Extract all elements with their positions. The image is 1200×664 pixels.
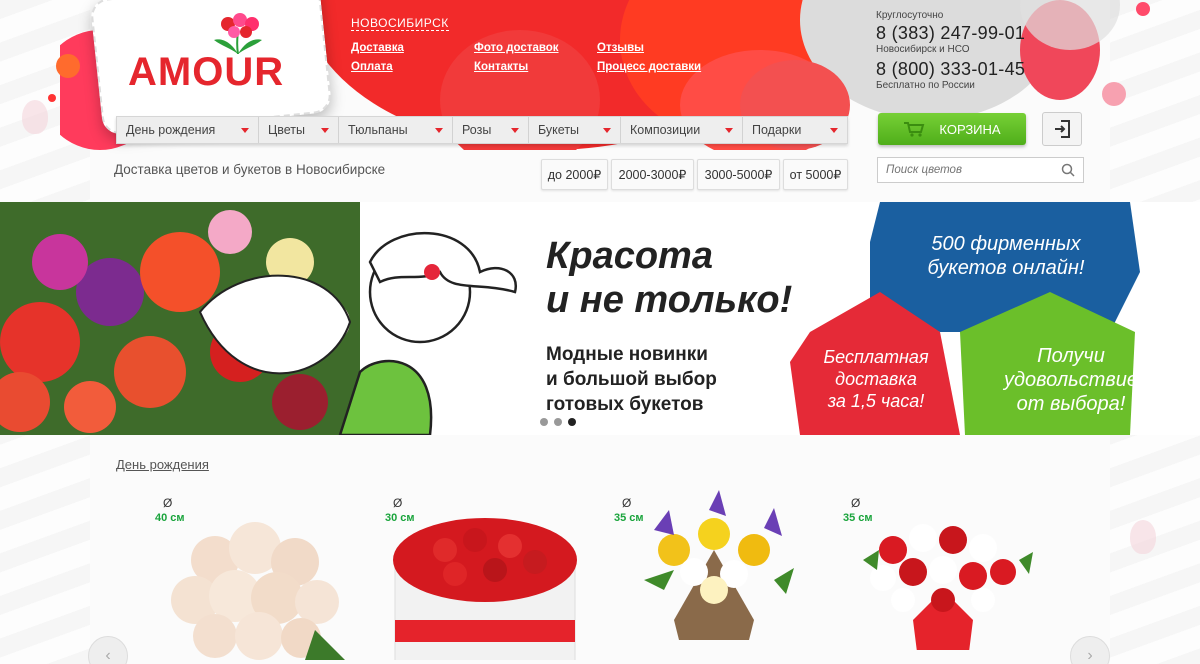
section-title-birthday[interactable]: День рождения	[116, 457, 209, 472]
price-filter-over-5000[interactable]: от 5000₽	[783, 159, 848, 190]
slider-dot[interactable]	[540, 418, 548, 426]
link-delivery[interactable]: Доставка	[351, 42, 404, 54]
product-image-mixed-roses	[863, 524, 1033, 650]
phone-free-note: Бесплатно по России	[876, 80, 975, 91]
price-filter-2000-3000[interactable]: 2000-3000₽	[611, 159, 694, 190]
menu-item-label: Тюльпаны	[348, 123, 408, 137]
badge-free-delivery: Бесплатная доставка за 1,5 часа!	[806, 346, 946, 412]
price-filter-3000-5000[interactable]: 3000-5000₽	[697, 159, 780, 190]
flower-bouquet-image	[0, 202, 518, 435]
chevron-left-icon: ‹	[105, 647, 111, 664]
slider-dots	[540, 418, 576, 426]
page: AMOUR НОВОСИБИРСК Доставка Фото доставок…	[0, 0, 1200, 664]
chevron-down-icon	[603, 127, 611, 133]
chevron-down-icon	[321, 127, 329, 133]
chevron-down-icon	[511, 127, 519, 133]
logo-text[interactable]: AMOUR	[128, 50, 284, 95]
price-filter-under-2000[interactable]: до 2000₽	[541, 159, 608, 190]
badge-line: доставка	[835, 369, 917, 389]
link-delivery-process[interactable]: Процесс доставки	[597, 61, 701, 73]
menu-item-label: Цветы	[268, 123, 305, 137]
badge-line: букетов онлайн!	[927, 257, 1085, 279]
menu-item-label: День рождения	[126, 123, 216, 137]
city-selector[interactable]: НОВОСИБИРСК	[351, 16, 449, 31]
cart-icon	[904, 122, 925, 137]
slider-dot[interactable]	[554, 418, 562, 426]
product-image-rose-box	[393, 518, 577, 660]
phone-free[interactable]: 8 (800) 333-01-45	[876, 59, 1025, 80]
link-delivery-photos[interactable]: Фото доставок	[474, 42, 559, 54]
badge-line: от выбора!	[1016, 393, 1126, 415]
decor-dot	[1102, 82, 1126, 106]
banner-sub-line: готовых букетов	[546, 394, 704, 415]
menu-gifts[interactable]: Подарки	[743, 117, 847, 143]
badge-500-bouquets: 500 фирменных букетов онлайн!	[898, 232, 1114, 280]
tulip-decoration	[1130, 520, 1156, 554]
link-payment[interactable]: Оплата	[351, 61, 393, 73]
tulip-decoration	[22, 100, 48, 134]
menu-item-label: Букеты	[538, 123, 580, 137]
banner-subtext: Модные новинки и большой выбор готовых б…	[546, 342, 806, 417]
product-card[interactable]: Ø 40 см	[145, 490, 365, 664]
menu-bouquets[interactable]: Букеты	[529, 117, 621, 143]
menu-item-label: Розы	[462, 123, 492, 137]
product-image-white-roses	[171, 522, 345, 660]
badge-enjoy-choice: Получи удовольствие от выбора!	[986, 344, 1156, 416]
menu-item-label: Композиции	[630, 123, 701, 137]
menu-roses[interactable]: Розы	[453, 117, 529, 143]
slider-dot-active[interactable]	[568, 418, 576, 426]
search-input[interactable]	[886, 164, 1046, 176]
chevron-down-icon	[241, 127, 249, 133]
menu-tulips[interactable]: Тюльпаны	[339, 117, 453, 143]
product-card[interactable]: Ø 35 см	[604, 490, 824, 664]
chevron-down-icon	[830, 127, 838, 133]
badge-line: 500 фирменных	[931, 233, 1081, 255]
link-contacts[interactable]: Контакты	[474, 61, 528, 73]
menu-birthday[interactable]: День рождения	[117, 117, 259, 143]
chevron-down-icon	[725, 127, 733, 133]
menu-compositions[interactable]: Композиции	[621, 117, 743, 143]
diameter-icon: Ø	[393, 496, 403, 510]
badge-line: удовольствие	[1003, 369, 1138, 391]
decor-dot	[56, 54, 80, 78]
site-tagline: Доставка цветов и букетов в Новосибирске	[114, 162, 386, 177]
decor-dot	[48, 94, 56, 102]
category-menu: День рождения Цветы Тюльпаны Розы Букеты…	[116, 116, 848, 144]
flower-logo-icon	[214, 13, 262, 54]
carousel-next-button[interactable]: ›	[1070, 636, 1110, 664]
diameter-icon: Ø	[163, 496, 173, 510]
login-button[interactable]	[1042, 112, 1082, 146]
contact-block: Круглосуточно 8 (383) 247-99-01 Новосиби…	[876, 10, 1025, 91]
menu-flowers[interactable]: Цветы	[259, 117, 339, 143]
login-icon	[1055, 120, 1070, 138]
product-card[interactable]: Ø 35 см	[833, 490, 1053, 664]
search-box	[877, 157, 1084, 183]
cart-label: КОРЗИНА	[939, 121, 1001, 137]
chevron-down-icon	[435, 127, 443, 133]
menu-item-label: Подарки	[752, 123, 802, 137]
banner-sub-line: и большой выбор	[546, 369, 717, 390]
cart-button[interactable]: КОРЗИНА	[878, 113, 1026, 145]
banner-headline-line: и не только!	[546, 279, 793, 321]
phone-local[interactable]: 8 (383) 247-99-01	[876, 23, 1025, 44]
banner-headline: Красота и не только!	[546, 234, 846, 322]
decor-dot	[1136, 2, 1150, 16]
search-icon[interactable]	[1061, 163, 1075, 177]
chevron-right-icon: ›	[1087, 647, 1093, 664]
phone-local-note: Новосибирск и НСО	[876, 44, 970, 55]
carousel-prev-button[interactable]: ‹	[88, 636, 128, 664]
badge-line: за 1,5 часа!	[827, 391, 925, 411]
link-reviews[interactable]: Отзывы	[597, 42, 644, 54]
banner-headline-line: Красота	[546, 235, 713, 277]
hours-label: Круглосуточно	[876, 10, 944, 21]
product-image-calla-bouquet	[644, 490, 794, 640]
badge-line: Получи	[1037, 345, 1105, 367]
banner-sub-line: Модные новинки	[546, 344, 708, 365]
product-card[interactable]: Ø 30 см	[375, 490, 595, 664]
badge-line: Бесплатная	[823, 347, 929, 367]
